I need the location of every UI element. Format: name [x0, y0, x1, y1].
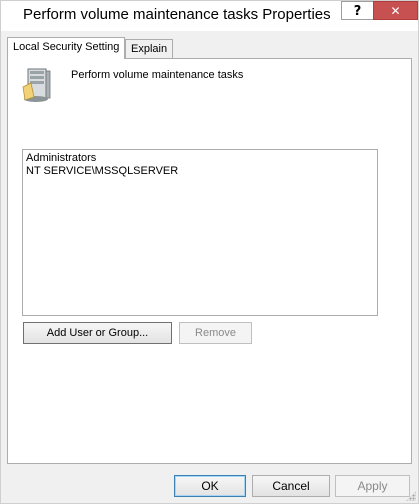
window-title: Perform volume maintenance tasks Propert…	[23, 6, 331, 23]
ok-button[interactable]: OK	[174, 475, 246, 497]
policy-name-label: Perform volume maintenance tasks	[71, 69, 244, 81]
tab-local-security-setting[interactable]: Local Security Setting	[7, 37, 126, 59]
cancel-button[interactable]: Cancel	[252, 475, 330, 497]
apply-button[interactable]: Apply	[335, 475, 410, 497]
title-bar[interactable]: Perform volume maintenance tasks Propert…	[1, 1, 418, 31]
help-button[interactable]: ?	[341, 1, 374, 20]
server-icon	[22, 68, 51, 102]
add-user-or-group-button[interactable]: Add User or Group...	[23, 322, 172, 344]
list-item[interactable]: NT SERVICE\MSSQLSERVER	[26, 165, 178, 177]
close-button[interactable]: ✕	[373, 1, 418, 20]
properties-dialog: Perform volume maintenance tasks Propert…	[0, 0, 419, 504]
remove-button[interactable]: Remove	[179, 322, 252, 344]
list-item[interactable]: Administrators	[26, 152, 96, 164]
tab-explain[interactable]: Explain	[125, 39, 174, 59]
members-list[interactable]: Administrators NT SERVICE\MSSQLSERVER	[22, 149, 378, 316]
